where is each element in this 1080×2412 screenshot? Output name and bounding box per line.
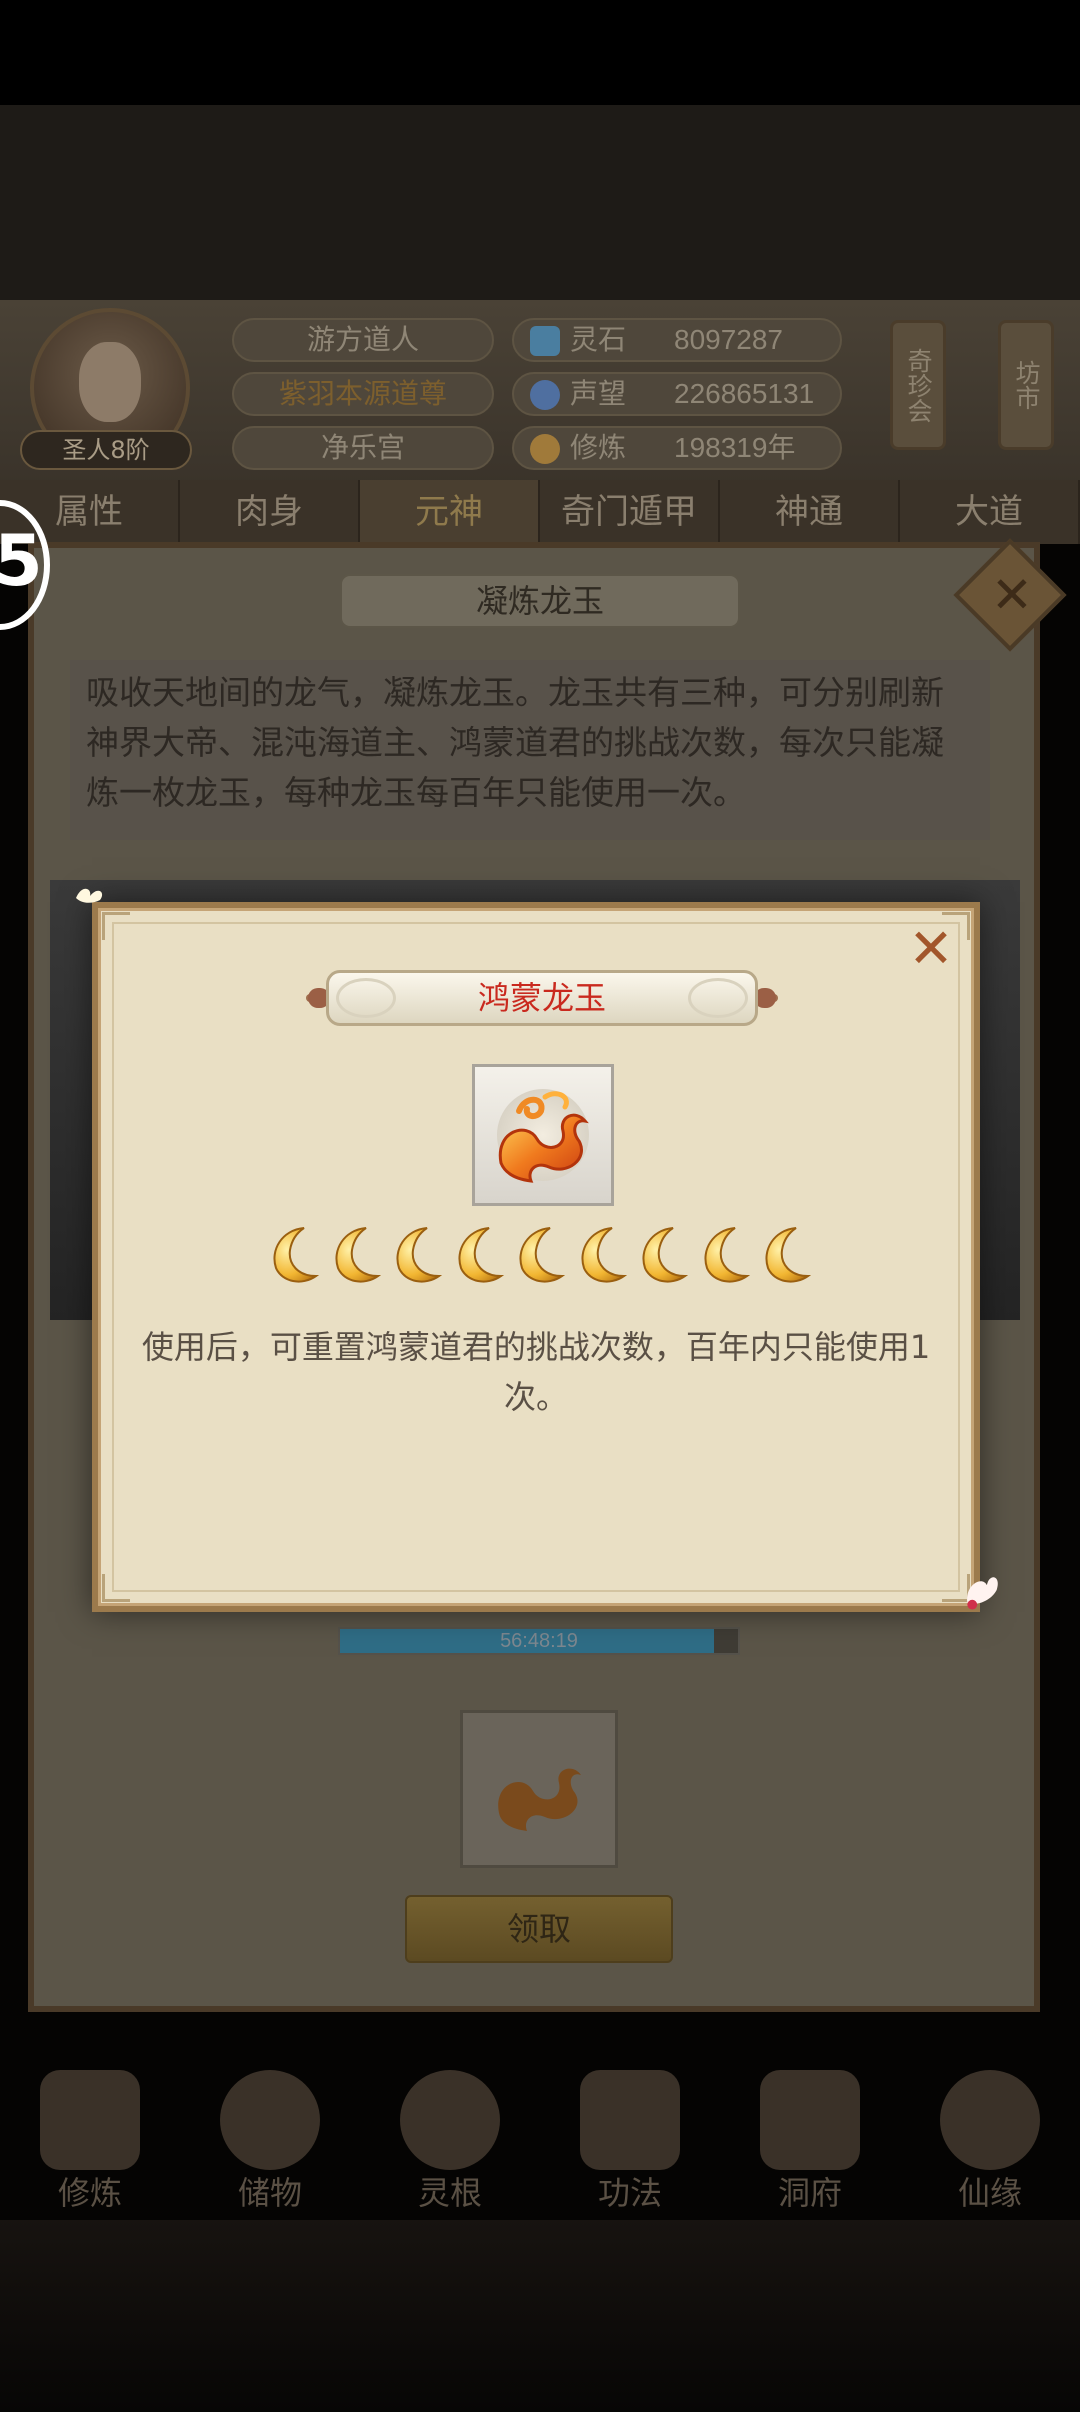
dragon-jade-icon — [498, 1091, 589, 1183]
tab-spirit[interactable]: 元神 — [360, 480, 540, 544]
nav-label: 灵根 — [417, 2174, 482, 2212]
cave-dwelling-icon — [760, 2070, 860, 2170]
nav-fate[interactable]: 仙缘 — [900, 2040, 1080, 2220]
item-icon-slot — [472, 1064, 614, 1206]
tab-bar: 属性 肉身 元神 奇门遁甲 神通 大道 — [0, 480, 1080, 544]
progress-timer: 56:48:19 — [500, 1630, 578, 1652]
corner-ornament — [102, 912, 130, 940]
tab-body[interactable]: 肉身 — [180, 480, 360, 544]
nav-spirit-root[interactable]: 灵根 — [360, 2040, 540, 2220]
dim-overlay-top — [0, 105, 1080, 300]
dim-overlay-bottom — [0, 2220, 1080, 2412]
fate-icon — [940, 2070, 1040, 2170]
resource-label: 声望 — [570, 377, 627, 410]
crescent-moon-icon — [637, 1224, 693, 1286]
spirit-root-icon — [400, 2070, 500, 2170]
resource-cultivation: 修炼 198319年 — [512, 426, 842, 470]
nav-label: 功法 — [597, 2174, 662, 2212]
item-description: 使用后，可重置鸿蒙道君的挑战次数，百年内只能使用1次。 — [141, 1328, 931, 1416]
identity-title: 游方道人 — [232, 318, 494, 362]
modal-title: 鸿蒙龙玉 — [477, 979, 606, 1017]
panel-description: 吸收天地间的龙气，凝炼龙玉。龙玉共有三种，可分别刷新神界大帝、混沌海道主、鸿蒙道… — [70, 660, 990, 840]
treasure-fair-button[interactable]: 奇珍会 — [890, 320, 946, 450]
fairy-icon — [76, 888, 103, 903]
status-bar-area — [0, 0, 1080, 105]
nav-label: 修炼 — [57, 2174, 122, 2212]
identity-dao-title: 紫羽本源道尊 — [232, 372, 494, 416]
nav-label: 仙缘 — [957, 2174, 1022, 2212]
avatar-face — [79, 342, 141, 422]
star-rating — [268, 1224, 816, 1286]
nav-cultivate[interactable]: 修炼 — [0, 2040, 180, 2220]
modal-title-banner: 鸿蒙龙玉 — [306, 970, 778, 1026]
dragon-jade-icon — [498, 1768, 581, 1831]
resource-label: 灵石 — [570, 323, 627, 356]
player-header: 圣人8阶 游方道人 紫羽本源道尊 净乐宫 灵石 8097287 声望 22686… — [0, 300, 1080, 485]
crescent-moon-icon — [330, 1224, 386, 1286]
nav-label: 洞府 — [777, 2174, 842, 2212]
resource-value: 226865131 — [674, 378, 815, 409]
panel-close-icon[interactable]: ✕ — [972, 555, 1052, 635]
identity-sect: 净乐宫 — [232, 426, 494, 470]
resource-prestige: 声望 226865131 — [512, 372, 842, 416]
prestige-icon — [530, 380, 560, 410]
crescent-moon-icon — [453, 1224, 509, 1286]
refined-jade-slot[interactable] — [460, 1710, 618, 1868]
game-screen: 圣人8阶 游方道人 紫羽本源道尊 净乐宫 灵石 8097287 声望 22686… — [0, 0, 1080, 2412]
crescent-moon-icon — [268, 1224, 324, 1286]
storage-bag-icon — [220, 2070, 320, 2170]
side-marker-number: 5 — [0, 520, 43, 602]
nav-label: 储物 — [237, 2174, 302, 2212]
tab-divine-skills[interactable]: 神通 — [720, 480, 900, 544]
resource-value: 8097287 — [674, 324, 784, 355]
crescent-moon-icon — [760, 1224, 816, 1286]
corner-ornament — [102, 1574, 130, 1602]
crescent-moon-icon — [699, 1224, 755, 1286]
claim-button[interactable]: 领取 — [405, 1895, 673, 1963]
item-detail-modal: ✕ 鸿蒙龙玉 使用后，可重置鸿蒙道君的挑战次数，百年内只能使用1次。 — [92, 902, 980, 1612]
tab-dao[interactable]: 大道 — [900, 480, 1080, 544]
market-button[interactable]: 坊市 — [998, 320, 1054, 450]
nav-techniques[interactable]: 功法 — [540, 2040, 720, 2220]
cultivation-icon — [530, 434, 560, 464]
resource-label: 修炼 — [570, 431, 627, 464]
nav-cave[interactable]: 洞府 — [720, 2040, 900, 2220]
close-icon[interactable]: ✕ — [906, 922, 956, 976]
crescent-moon-icon — [391, 1224, 447, 1286]
refine-progress-bar: 56:48:19 — [338, 1627, 740, 1655]
tab-qimen[interactable]: 奇门遁甲 — [540, 480, 720, 544]
rank-badge: 圣人8阶 — [20, 430, 192, 470]
nav-storage[interactable]: 储物 — [180, 2040, 360, 2220]
technique-book-icon — [580, 2070, 680, 2170]
fairy-icon — [967, 1577, 998, 1610]
resource-spirit-stone: 灵石 8097287 — [512, 318, 842, 362]
crescent-moon-icon — [514, 1224, 570, 1286]
bottom-nav: 修炼 储物 灵根 功法 洞府 仙缘 — [0, 2040, 1080, 2220]
cultivate-icon — [40, 2070, 140, 2170]
resource-value: 198319年 — [674, 432, 796, 463]
crescent-moon-icon — [576, 1224, 632, 1286]
spirit-stone-icon — [530, 326, 560, 356]
panel-title: 凝炼龙玉 — [340, 574, 740, 628]
